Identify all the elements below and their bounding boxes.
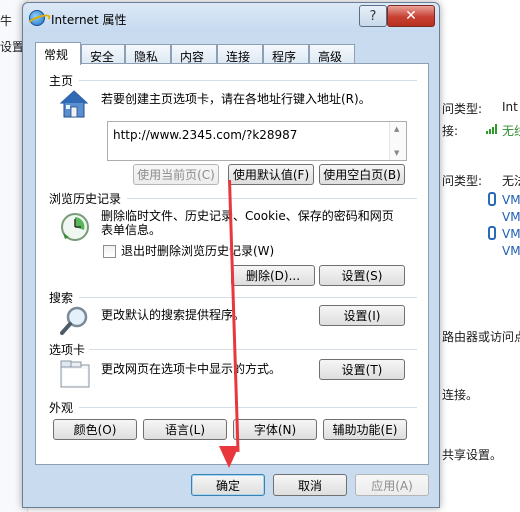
apply-button[interactable]: 应用(A)	[355, 474, 429, 496]
background-link[interactable]: 无线	[502, 122, 520, 139]
delete-on-exit-label[interactable]: 退出时删除浏览历史记录(W)	[121, 244, 274, 259]
signal-icon	[486, 124, 500, 134]
tabs-description: 更改网页在选项卡中显示的方式。	[101, 362, 282, 376]
background-value: 无法	[502, 174, 520, 188]
background-value: Int	[502, 100, 518, 114]
group-divider	[89, 349, 417, 350]
group-divider	[127, 198, 417, 199]
network-adapter-icon	[488, 226, 496, 240]
close-button[interactable]: ✕	[387, 5, 435, 27]
background-text: 连接。	[442, 388, 479, 402]
help-button[interactable]: ?	[359, 5, 387, 27]
background-link[interactable]: VM	[502, 227, 520, 241]
tab-programs[interactable]: 程序	[263, 44, 309, 64]
tab-security[interactable]: 安全	[81, 44, 125, 64]
background-label: 问类型:	[442, 174, 483, 188]
fonts-button[interactable]: 字体(N)	[233, 419, 317, 440]
search-group-label: 搜索	[49, 289, 78, 306]
search-settings-button[interactable]: 设置(I)	[319, 305, 405, 326]
scroll-down-icon[interactable]: ▼	[394, 149, 399, 157]
tabs-settings-button[interactable]: 设置(T)	[319, 359, 405, 380]
title-bar[interactable]: Internet 属性 ? ✕	[23, 3, 439, 33]
url-scrollbar[interactable]: ▲ ▼	[389, 122, 406, 160]
history-settings-button[interactable]: 设置(S)	[319, 265, 405, 286]
homepage-url-value: http://www.2345.com/?k28987	[113, 128, 298, 142]
search-icon	[60, 306, 88, 335]
group-divider	[79, 80, 417, 81]
appearance-group-label: 外观	[49, 399, 78, 416]
history-description-line2: 表单信息。	[101, 223, 162, 237]
internet-explorer-icon	[29, 10, 45, 26]
background-link[interactable]: VM	[502, 210, 520, 224]
history-group-label: 浏览历史记录	[49, 190, 126, 207]
ok-button[interactable]: 确定	[191, 474, 265, 496]
homepage-url-field[interactable]: http://www.2345.com/?k28987 ▲ ▼	[107, 121, 407, 161]
group-divider	[79, 407, 417, 408]
background-text: 牛	[0, 14, 13, 28]
group-divider	[79, 297, 417, 298]
tab-privacy[interactable]: 隐私	[125, 44, 171, 64]
tabs-icon	[60, 360, 90, 388]
use-default-button[interactable]: 使用默认值(F)	[228, 164, 314, 185]
homepage-group-label: 主页	[49, 72, 78, 89]
history-description-line1: 删除临时文件、历史记录、Cookie、保存的密码和网页	[101, 209, 394, 223]
home-icon	[59, 90, 89, 118]
background-text: 设置	[0, 40, 25, 54]
background-link[interactable]: VM	[502, 193, 520, 207]
use-current-button[interactable]: 使用当前页(C)	[133, 164, 219, 185]
cancel-button[interactable]: 取消	[273, 474, 347, 496]
colors-button[interactable]: 颜色(O)	[53, 419, 137, 440]
tab-advanced[interactable]: 高级	[309, 44, 355, 64]
background-text: 路由器或访问点	[442, 330, 520, 344]
tab-general[interactable]: 常规	[35, 42, 81, 65]
network-adapter-icon	[488, 192, 496, 206]
delete-on-exit-checkbox[interactable]	[103, 245, 116, 258]
background-label: 问类型:	[442, 102, 483, 116]
background-text: 共享设置。	[442, 448, 503, 462]
delete-history-button[interactable]: 删除(D)...	[231, 265, 315, 286]
tab-connections[interactable]: 连接	[217, 44, 263, 64]
background-label: 接:	[442, 124, 459, 138]
use-blank-button[interactable]: 使用空白页(B)	[319, 164, 405, 185]
homepage-description: 若要创建主页选项卡，请在各地址行键入地址(R)。	[101, 92, 371, 106]
scroll-up-icon[interactable]: ▲	[394, 125, 399, 133]
window-title: Internet 属性	[51, 13, 127, 27]
tab-content[interactable]: 内容	[171, 44, 217, 64]
annotation-arrow-head	[219, 446, 239, 468]
accessibility-button[interactable]: 辅助功能(E)	[323, 419, 407, 440]
history-clock-icon	[61, 213, 89, 241]
languages-button[interactable]: 语言(L)	[143, 419, 227, 440]
background-link[interactable]: VM	[502, 244, 520, 258]
tabs-group-label: 选项卡	[49, 341, 90, 358]
search-description: 更改默认的搜索提供程序。	[101, 308, 246, 322]
